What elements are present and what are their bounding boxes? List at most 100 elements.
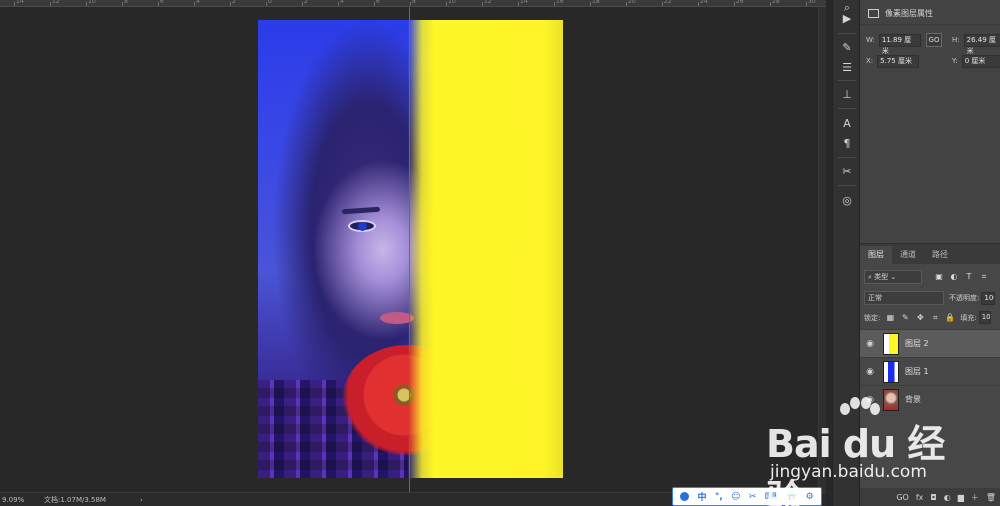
ruler-tick xyxy=(518,2,519,6)
visibility-eye-icon[interactable]: ◉ xyxy=(860,339,880,349)
layer-row-layer1[interactable]: ◉ 图层 1 xyxy=(860,357,1000,385)
image-filter-icon[interactable]: ▣ xyxy=(934,272,944,282)
ruler-tick xyxy=(14,2,15,6)
ime-logo-icon[interactable] xyxy=(680,492,690,501)
add-mask-icon[interactable]: ◘ xyxy=(930,493,936,502)
opacity-field[interactable]: 100 xyxy=(981,291,996,305)
ime-skin-icon[interactable]: 👕 xyxy=(786,492,797,502)
ruler-tick xyxy=(302,2,303,6)
canvas-workspace[interactable] xyxy=(0,7,826,492)
ruler-tick xyxy=(374,2,375,6)
document-size: 文档:1.07M/3.58M xyxy=(44,495,106,504)
delete-layer-icon[interactable]: 🗑 xyxy=(986,493,996,502)
ime-settings-icon[interactable]: ⚙ xyxy=(806,492,814,502)
ruler-label: 4 xyxy=(196,0,200,5)
ruler-label: 28 xyxy=(772,0,780,5)
ruler-label: 22 xyxy=(664,0,672,5)
ruler-tick xyxy=(338,2,339,6)
properties-header: 像素图层属性 xyxy=(860,3,1000,25)
stamp-icon[interactable]: ⊥ xyxy=(839,87,855,103)
x-field[interactable]: 5.75 厘米 xyxy=(877,54,920,68)
ruler-label: 18 xyxy=(592,0,600,5)
ruler-tick xyxy=(626,2,627,6)
zoom-level[interactable]: 9.09% xyxy=(0,496,44,504)
layer-name[interactable]: 背景 xyxy=(905,394,921,405)
opacity-label: 不透明度: xyxy=(949,294,980,302)
ime-scissors-icon[interactable]: ✂ xyxy=(749,492,757,502)
tab-channels[interactable]: 通道 xyxy=(892,246,924,264)
height-field[interactable]: 26.49 厘米 xyxy=(963,33,1000,55)
link-layers-icon[interactable]: GO xyxy=(896,493,909,502)
ime-chinese-mode[interactable]: 中 xyxy=(698,490,707,503)
document-canvas[interactable] xyxy=(258,20,563,478)
fill-field[interactable]: 100 xyxy=(978,311,991,324)
link-dimensions-icon[interactable]: GO xyxy=(926,33,942,47)
layer-name[interactable]: 图层 1 xyxy=(905,366,929,377)
lock-artboard-icon[interactable]: ⌗ xyxy=(930,313,940,323)
status-menu-arrow[interactable]: › xyxy=(140,496,150,504)
ruler-tick xyxy=(554,2,555,6)
adjustment-filter-icon[interactable]: ◐ xyxy=(949,272,959,282)
brush-settings-icon[interactable]: ✎ xyxy=(839,40,855,56)
ruler-label: 14 xyxy=(16,0,24,5)
ruler-label: 12 xyxy=(52,0,60,5)
cc-icon[interactable]: ◎ xyxy=(839,193,855,209)
kind-label: 类型 xyxy=(874,273,889,281)
vertical-guide-line[interactable] xyxy=(409,7,410,492)
paragraph-icon[interactable]: ¶ xyxy=(839,136,855,152)
ruler-label: 6 xyxy=(376,0,380,5)
shape-filter-icon[interactable]: ⌗ xyxy=(979,272,989,282)
lock-transparent-icon[interactable]: ▦ xyxy=(885,313,895,323)
separator xyxy=(838,185,856,186)
eye xyxy=(348,220,376,232)
y-field[interactable]: 0 厘米 xyxy=(961,54,1000,68)
new-layer-icon[interactable]: ＋ xyxy=(971,492,979,503)
layer-row-background[interactable]: ◉ 背景 xyxy=(860,385,1000,413)
ime-toolbar[interactable]: 中 °, ☺ ✂ ⌨ 👕 ⚙ xyxy=(672,487,822,506)
blend-row: 正常 不透明度: 100 xyxy=(864,291,996,305)
ime-punctuation[interactable]: °, xyxy=(715,492,723,502)
type-filter-icon[interactable]: T xyxy=(964,272,974,282)
vertical-scrollbar[interactable] xyxy=(818,7,826,492)
ime-keyboard-icon[interactable]: ⌨ xyxy=(765,492,778,502)
tab-layers[interactable]: 图层 xyxy=(860,246,892,264)
yellow-gradient-layer xyxy=(408,20,563,478)
lock-image-icon[interactable]: ✎ xyxy=(900,313,910,323)
ruler-tick xyxy=(482,2,483,6)
layer-row-layer2[interactable]: ◉ 图层 2 xyxy=(860,329,1000,357)
height-label: H: xyxy=(952,36,960,44)
lock-position-icon[interactable]: ✥ xyxy=(915,313,925,323)
layer-kind-filter[interactable]: ⌕ 类型 ⌄ xyxy=(864,270,922,284)
group-icon[interactable]: ▆ xyxy=(958,493,964,502)
ime-emoji-icon[interactable]: ☺ xyxy=(731,492,740,502)
width-label: W: xyxy=(866,36,875,44)
layer-thumbnail xyxy=(883,388,899,411)
width-row: W: 11.89 厘米 xyxy=(866,33,921,55)
y-row: Y: 0 厘米 xyxy=(952,54,1000,68)
separator xyxy=(838,80,856,81)
layer-name[interactable]: 图层 2 xyxy=(905,338,929,349)
tools-icon[interactable]: ✂ xyxy=(839,164,855,180)
ruler-label: 24 xyxy=(700,0,708,5)
ruler-tick xyxy=(50,2,51,6)
visibility-eye-icon[interactable]: ◉ xyxy=(860,395,880,405)
adjustment-layer-icon[interactable]: ◐ xyxy=(944,493,951,502)
blend-mode-select[interactable]: 正常 xyxy=(864,291,944,305)
ruler-tick xyxy=(266,2,267,6)
separator xyxy=(838,33,856,34)
tab-paths[interactable]: 路径 xyxy=(924,246,956,264)
lock-all-icon[interactable]: 🔒 xyxy=(945,313,955,323)
layer-thumbnail xyxy=(883,332,899,355)
properties-title: 像素图层属性 xyxy=(885,9,933,18)
ruler-label: 10 xyxy=(88,0,96,5)
text-icon[interactable]: A xyxy=(839,116,855,132)
horizontal-ruler[interactable]: 14 12 10 8 6 4 2 0 2 4 6 8 10 12 14 16 18 20 22 24 26 28 30 xyxy=(0,0,826,7)
pixel-layer-icon xyxy=(868,9,879,18)
width-field[interactable]: 11.89 厘米 xyxy=(878,33,921,55)
play-icon[interactable]: ▶ xyxy=(839,11,855,27)
layers-panel: 图层 通道 路径 ⌕ 类型 ⌄ ▣ ◐ T ⌗ 正常 不透明度: 100 锁定:… xyxy=(860,243,1000,506)
separator xyxy=(838,157,856,158)
visibility-eye-icon[interactable]: ◉ xyxy=(860,367,880,377)
layer-style-icon[interactable]: fx xyxy=(916,493,924,502)
adjust-icon[interactable]: ☰ xyxy=(839,60,855,76)
